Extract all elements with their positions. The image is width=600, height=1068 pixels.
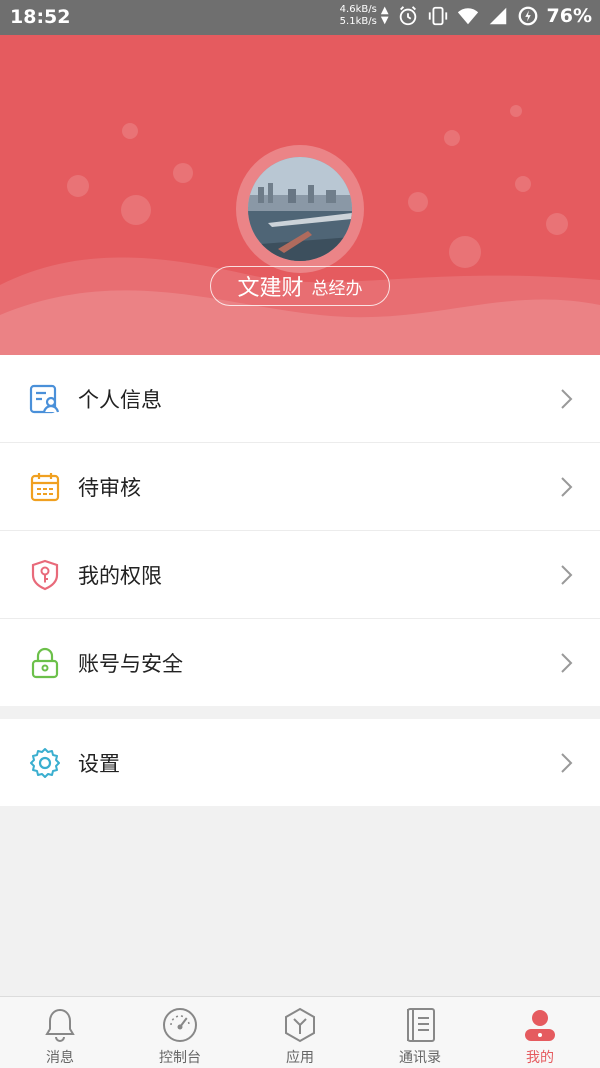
menu-label: 个人信息 xyxy=(78,387,162,412)
transfer-arrows-icon: ▲ ▼ xyxy=(380,5,389,26)
calendar-icon xyxy=(30,473,60,502)
network-speed: 4.6kB/s 5.1kB/s xyxy=(340,4,377,28)
chevron-right-icon xyxy=(561,753,573,773)
decor-bubble xyxy=(408,192,428,212)
menu-group-settings: 设置 xyxy=(0,719,600,806)
vibrate-icon xyxy=(428,6,447,26)
decor-bubble xyxy=(121,195,151,225)
chevron-right-icon xyxy=(561,565,573,585)
avatar[interactable] xyxy=(248,157,352,261)
decor-bubble xyxy=(510,105,522,117)
shield-key-icon xyxy=(31,559,59,591)
decor-bubble xyxy=(515,176,531,192)
menu-label: 待审核 xyxy=(78,475,141,500)
menu-group-account: 个人信息 待审核 我的权限 账号与安全 xyxy=(0,355,600,706)
hexagon-icon xyxy=(285,1007,315,1043)
user-name: 文建财 xyxy=(237,276,304,301)
status-time: 18:52 xyxy=(10,6,71,28)
chevron-right-icon xyxy=(561,477,573,497)
tab-messages[interactable]: 消息 xyxy=(0,997,120,1068)
upload-speed: 4.6kB/s xyxy=(339,4,377,15)
gear-icon xyxy=(30,748,60,778)
menu-label: 我的权限 xyxy=(78,563,162,588)
bottom-tab-bar: 消息 控制台 应用 通讯录 我的 xyxy=(0,996,600,1068)
menu-item-personal-info[interactable]: 个人信息 xyxy=(0,355,600,443)
battery-saver-icon xyxy=(518,6,537,26)
user-icon xyxy=(525,1010,555,1041)
decor-bubble xyxy=(67,175,89,197)
status-bar: 18:52 4.6kB/s 5.1kB/s ▲ ▼ 76% xyxy=(0,0,600,35)
menu-label: 设置 xyxy=(78,751,120,776)
signal-icon xyxy=(489,7,506,25)
tab-label: 通讯录 xyxy=(399,1050,441,1066)
menu-label: 账号与安全 xyxy=(78,651,183,676)
tab-me[interactable]: 我的 xyxy=(480,997,600,1068)
menu-item-pending-review[interactable]: 待审核 xyxy=(0,443,600,531)
tab-console[interactable]: 控制台 xyxy=(120,997,240,1068)
tab-contacts[interactable]: 通讯录 xyxy=(360,997,480,1068)
name-pill[interactable]: 文建财 总经办 xyxy=(210,266,390,306)
profile-header: 文建财 总经办 xyxy=(0,35,600,355)
tab-label: 应用 xyxy=(286,1050,314,1066)
menu-item-account-security[interactable]: 账号与安全 xyxy=(0,619,600,706)
tab-label: 我的 xyxy=(526,1050,554,1066)
avatar-ring xyxy=(236,145,364,273)
tab-apps[interactable]: 应用 xyxy=(240,997,360,1068)
lock-icon xyxy=(31,647,59,679)
chevron-right-icon xyxy=(561,389,573,409)
notebook-icon xyxy=(407,1008,435,1042)
status-icons: 4.6kB/s 5.1kB/s ▲ ▼ 76% xyxy=(340,4,592,28)
personal-info-icon xyxy=(29,384,60,414)
decor-bubble xyxy=(444,130,460,146)
gauge-icon xyxy=(163,1008,197,1042)
menu-item-my-permissions[interactable]: 我的权限 xyxy=(0,531,600,619)
bell-icon xyxy=(45,1008,75,1042)
decor-bubble xyxy=(122,123,138,139)
download-speed: 5.1kB/s xyxy=(339,16,377,27)
alarm-icon xyxy=(399,6,416,26)
user-department: 总经办 xyxy=(311,278,363,299)
chevron-right-icon xyxy=(561,653,573,673)
decor-bubble xyxy=(546,213,568,235)
menu-item-settings[interactable]: 设置 xyxy=(0,719,600,806)
tab-label: 控制台 xyxy=(159,1050,201,1066)
avatar-photo xyxy=(248,157,352,261)
tab-label: 消息 xyxy=(46,1050,74,1066)
wifi-icon xyxy=(457,8,478,25)
battery-level: 76% xyxy=(546,5,592,27)
decor-bubble xyxy=(173,163,193,183)
